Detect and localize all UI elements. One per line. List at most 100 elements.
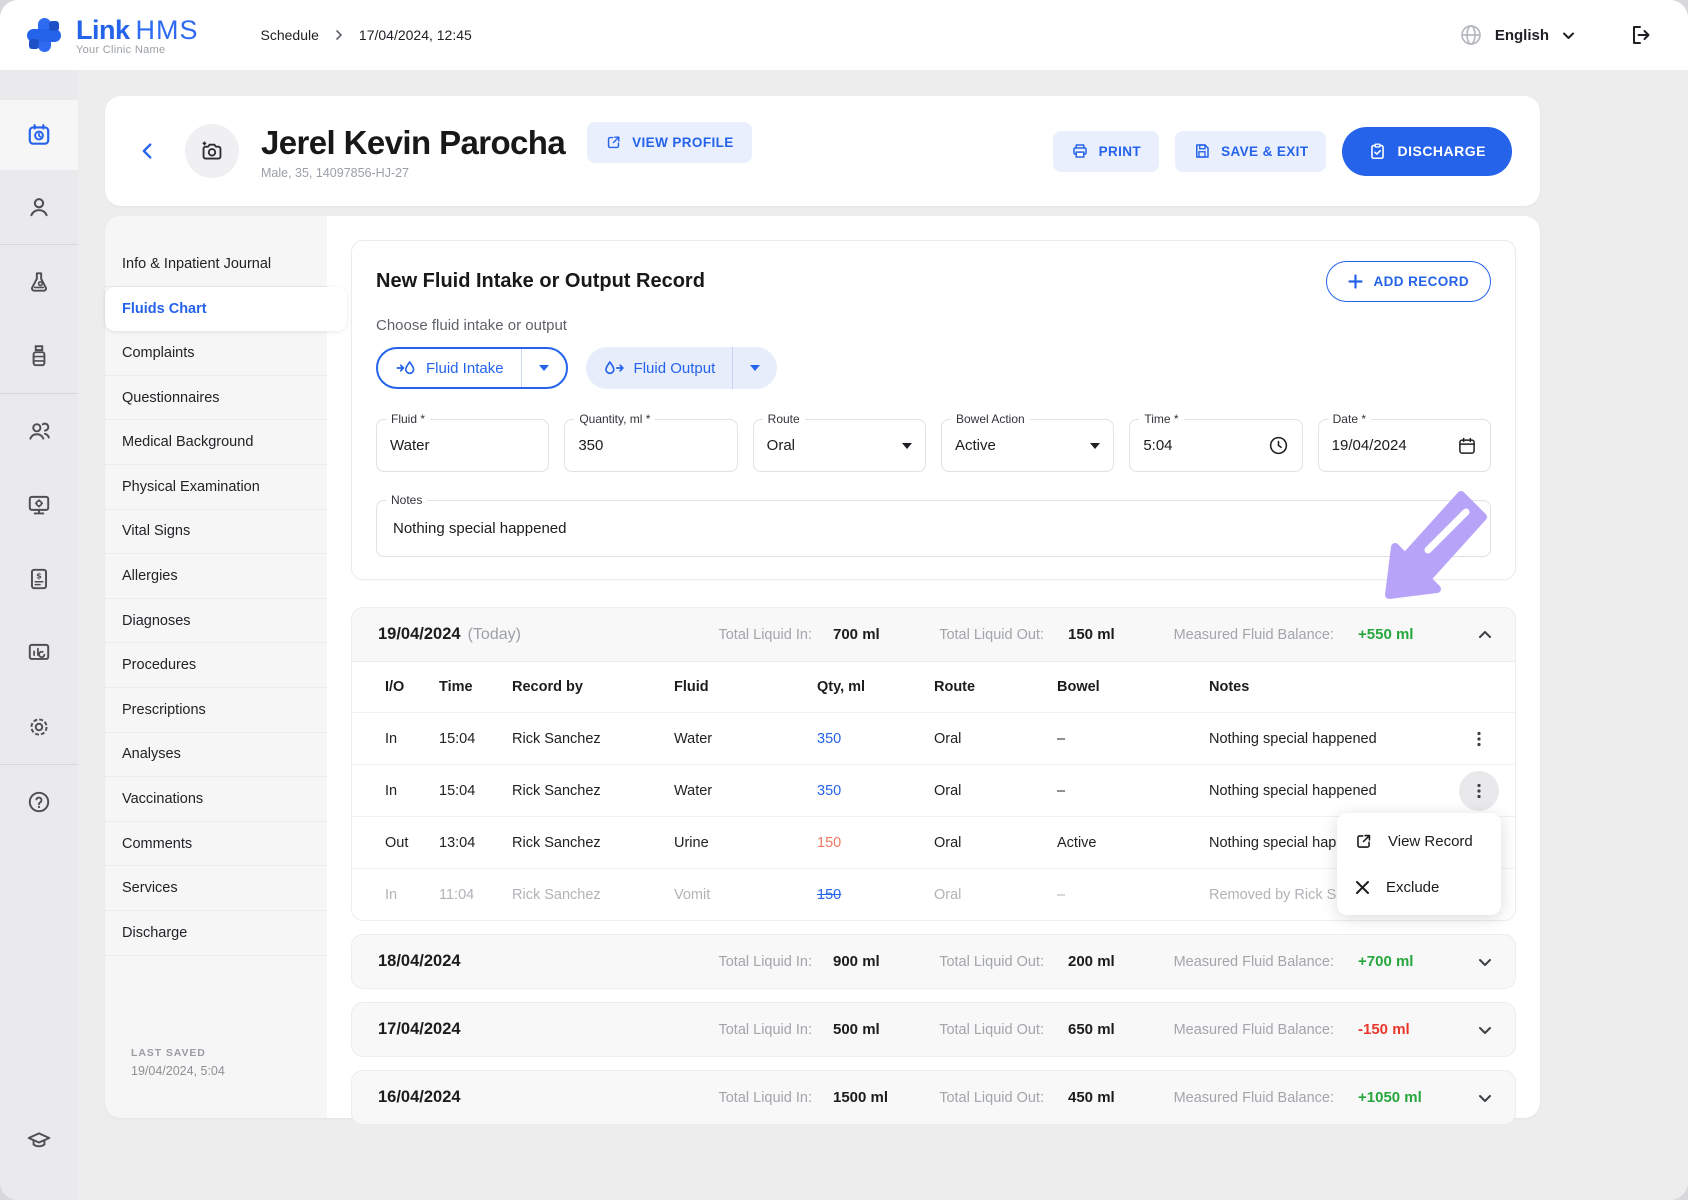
fluid-intake-label: Fluid Intake (426, 360, 504, 377)
last-saved-block: LAST SAVED 19/04/2024, 5:04 (131, 1047, 225, 1078)
total-out-label: Total Liquid Out: (842, 608, 1044, 661)
language-selector[interactable]: English (1459, 23, 1576, 47)
settings-gear-icon (26, 714, 52, 740)
col-route: Route (934, 679, 1057, 695)
time-field-value: 5:04 (1143, 437, 1172, 454)
col-record-by: Record by (512, 679, 674, 695)
back-chevron-icon (137, 140, 159, 162)
balance-value: +550 ml (1358, 608, 1413, 661)
expand-day-button[interactable] (1477, 1003, 1493, 1056)
calendar-icon (1457, 436, 1477, 456)
sidebar-item-staff[interactable] (0, 394, 78, 468)
nav-item-comments[interactable]: Comments (105, 822, 327, 867)
fluid-intake-toggle[interactable]: Fluid Intake (376, 347, 568, 389)
sidebar-item-patients[interactable] (0, 170, 78, 244)
breadcrumb-schedule[interactable]: Schedule (261, 27, 319, 43)
chevron-down-icon (1561, 28, 1576, 43)
print-button[interactable]: PRINT (1053, 131, 1160, 172)
view-profile-label: VIEW PROFILE (632, 135, 734, 150)
form-title: New Fluid Intake or Output Record (376, 270, 705, 293)
day-summary-17-04: 17/04/2024 Total Liquid In: 500 ml Total… (351, 1002, 1516, 1057)
sidebar-item-help[interactable] (0, 765, 78, 839)
view-profile-button[interactable]: VIEW PROFILE (587, 122, 752, 163)
expand-day-button[interactable] (1477, 935, 1493, 988)
table-row: In 15:04 Rick Sanchez Water 350 Oral – N… (352, 712, 1515, 764)
bowel-action-select[interactable]: Bowel Action Active (941, 419, 1114, 472)
nav-item-allergies[interactable]: Allergies (105, 554, 327, 599)
route-select[interactable]: Route Oral (753, 419, 926, 472)
printer-icon (1071, 142, 1089, 160)
plus-icon (1348, 274, 1363, 289)
kebab-menu-icon (1470, 730, 1488, 748)
save-exit-button[interactable]: SAVE & EXIT (1175, 131, 1326, 172)
discharge-button[interactable]: DISCHARGE (1342, 127, 1512, 176)
patient-header: Jerel Kevin Parocha VIEW PROFILE Male, 3… (105, 96, 1540, 206)
sidebar-item-reports[interactable] (0, 616, 78, 690)
fluid-output-label: Fluid Output (634, 360, 716, 377)
print-label: PRINT (1099, 144, 1142, 159)
day-date: 17/04/2024 (378, 1020, 461, 1039)
nav-item-vaccinations[interactable]: Vaccinations (105, 777, 327, 822)
nav-item-medical-background[interactable]: Medical Background (105, 420, 327, 465)
nav-item-discharge[interactable]: Discharge (105, 911, 327, 956)
sidebar-item-billing[interactable]: $ (0, 542, 78, 616)
nav-item-services[interactable]: Services (105, 866, 327, 911)
day-summary-18-04: 18/04/2024 Total Liquid In: 900 ml Total… (351, 934, 1516, 989)
notes-field[interactable]: Notes Nothing special happened (376, 500, 1491, 557)
table-row: In 15:04 Rick Sanchez Water 350 Oral – N… (352, 764, 1515, 816)
help-question-icon (26, 789, 52, 815)
language-label: English (1495, 27, 1549, 44)
time-field[interactable]: Time * 5:04 (1129, 419, 1302, 472)
collapse-day-button[interactable] (1477, 608, 1493, 661)
nav-item-analyses[interactable]: Analyses (105, 733, 327, 778)
sidebar-item-settings[interactable] (0, 690, 78, 764)
col-fluid: Fluid (674, 679, 817, 695)
external-link-icon (605, 134, 622, 151)
context-exclude[interactable]: Exclude (1337, 865, 1501, 910)
quantity-field-value: 350 (578, 437, 603, 454)
fluid-field[interactable]: Fluid * Water (376, 419, 549, 472)
patient-avatar-upload[interactable] (185, 124, 239, 178)
sidebar-item-laboratory[interactable] (0, 245, 78, 319)
nav-item-fluids-chart[interactable]: Fluids Chart (105, 287, 347, 332)
nav-item-vital-signs[interactable]: Vital Signs (105, 510, 327, 555)
nav-item-procedures[interactable]: Procedures (105, 643, 327, 688)
nav-item-questionnaires[interactable]: Questionnaires (105, 376, 327, 421)
breadcrumb-separator-icon (333, 29, 345, 41)
patient-name: Jerel Kevin Parocha (261, 124, 565, 162)
sidebar-item-education[interactable] (0, 1110, 78, 1172)
fluid-field-value: Water (390, 437, 429, 454)
col-notes: Notes (1209, 679, 1459, 695)
nav-item-physical-examination[interactable]: Physical Examination (105, 465, 327, 510)
row-menu-button-active[interactable] (1459, 771, 1499, 811)
context-view-record[interactable]: View Record (1337, 818, 1501, 865)
col-bowel: Bowel (1057, 679, 1209, 695)
sidebar-item-schedule[interactable] (0, 100, 78, 170)
nav-item-info-inpatient-journal[interactable]: Info & Inpatient Journal (105, 242, 327, 287)
col-qty: Qty, ml (817, 679, 934, 695)
save-exit-label: SAVE & EXIT (1221, 144, 1308, 159)
fluid-intake-dropdown[interactable] (522, 349, 566, 387)
app-logo[interactable]: Link HMS Your Clinic Name (22, 13, 199, 57)
nav-item-diagnoses[interactable]: Diagnoses (105, 599, 327, 644)
logout-icon (1628, 23, 1652, 47)
back-button[interactable] (137, 140, 159, 162)
sidebar-item-pharmacy[interactable] (0, 319, 78, 393)
sidebar-item-equipment[interactable] (0, 468, 78, 542)
row-menu-button[interactable] (1459, 719, 1499, 759)
expand-day-button[interactable] (1477, 1071, 1493, 1124)
nav-item-complaints[interactable]: Complaints (105, 331, 327, 376)
top-bar: Link HMS Your Clinic Name Schedule 17/04… (0, 0, 1688, 70)
logout-button[interactable] (1628, 23, 1652, 47)
add-record-button[interactable]: ADD RECORD (1326, 261, 1491, 302)
nav-item-prescriptions[interactable]: Prescriptions (105, 688, 327, 733)
quantity-field[interactable]: Quantity, ml * 350 (564, 419, 737, 472)
time-field-label: Time * (1139, 412, 1183, 426)
fluid-output-toggle[interactable]: Fluid Output (586, 347, 778, 389)
day-summary-16-04: 16/04/2024 Total Liquid In: 1500 ml Tota… (351, 1070, 1516, 1125)
main-content-card: Info & Inpatient Journal Fluids Chart Co… (105, 216, 1540, 1118)
laboratory-flask-icon (26, 269, 52, 295)
date-field[interactable]: Date * 19/04/2024 (1318, 419, 1491, 472)
fluid-output-dropdown[interactable] (733, 347, 777, 389)
reports-chart-icon (26, 640, 52, 666)
